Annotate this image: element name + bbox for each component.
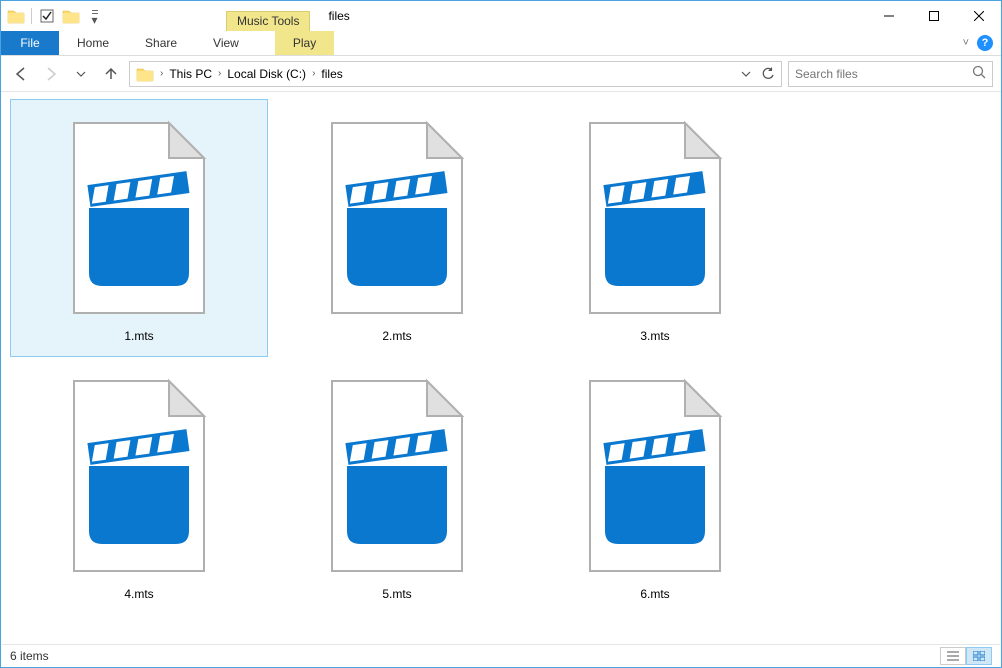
chevron-right-icon[interactable]: › xyxy=(158,68,165,79)
file-name-label: 3.mts xyxy=(640,329,669,343)
qat-newfolder-icon[interactable] xyxy=(60,5,82,27)
ribbon: File Home Share View Play ˅ ? xyxy=(1,31,1001,56)
close-button[interactable] xyxy=(956,1,1001,30)
video-file-icon xyxy=(322,371,472,581)
ribbon-tab-play[interactable]: Play xyxy=(275,31,334,55)
video-file-icon xyxy=(322,113,472,323)
file-name-label: 4.mts xyxy=(124,587,153,601)
context-tab-music-tools[interactable]: Music Tools xyxy=(226,11,310,31)
chevron-right-icon[interactable]: › xyxy=(216,68,223,79)
breadcrumb-local-disk[interactable]: Local Disk (C:) xyxy=(223,67,310,81)
file-name-label: 2.mts xyxy=(382,329,411,343)
video-file-icon xyxy=(64,371,214,581)
file-item[interactable]: 6.mts xyxy=(526,357,784,615)
view-toggle xyxy=(940,647,992,665)
minimize-button[interactable] xyxy=(866,1,911,30)
ribbon-expand-icon[interactable]: ˅ xyxy=(963,37,969,49)
file-item[interactable]: 2.mts xyxy=(268,99,526,357)
maximize-button[interactable] xyxy=(911,1,956,30)
forward-button[interactable] xyxy=(39,62,63,86)
status-item-count: 6 items xyxy=(10,649,49,663)
qat-dropdown-icon[interactable]: =▾ xyxy=(84,5,106,27)
ribbon-tab-home[interactable]: Home xyxy=(59,31,127,55)
video-file-icon xyxy=(580,371,730,581)
search-icon[interactable] xyxy=(972,65,986,82)
ribbon-file-tab[interactable]: File xyxy=(1,31,59,55)
back-button[interactable] xyxy=(9,62,33,86)
qat-folder-icon[interactable] xyxy=(5,5,27,27)
qat-properties-icon[interactable] xyxy=(36,5,58,27)
search-box[interactable] xyxy=(788,61,993,87)
breadcrumb-this-pc[interactable]: This PC xyxy=(165,67,216,81)
ribbon-tab-share[interactable]: Share xyxy=(127,31,195,55)
file-list[interactable]: 1.mts 2.mts 3.mts 4.mts 5.mts 6.mts xyxy=(2,93,1000,643)
details-view-button[interactable] xyxy=(940,647,966,665)
file-item[interactable]: 3.mts xyxy=(526,99,784,357)
quick-access-toolbar: =▾ xyxy=(1,1,106,31)
file-name-label: 6.mts xyxy=(640,587,669,601)
icons-view-button[interactable] xyxy=(966,647,992,665)
address-bar[interactable]: › This PC › Local Disk (C:) › files xyxy=(129,61,782,87)
video-file-icon xyxy=(64,113,214,323)
title-bar: =▾ Music Tools files xyxy=(1,1,1001,31)
file-name-label: 5.mts xyxy=(382,587,411,601)
search-input[interactable] xyxy=(795,67,972,81)
navigation-bar: › This PC › Local Disk (C:) › files xyxy=(1,56,1001,92)
file-name-label: 1.mts xyxy=(124,329,153,343)
chevron-right-icon[interactable]: › xyxy=(310,68,317,79)
status-bar: 6 items xyxy=(2,644,1000,667)
recent-locations-button[interactable] xyxy=(69,62,93,86)
ribbon-tab-view[interactable]: View xyxy=(195,31,257,55)
video-file-icon xyxy=(580,113,730,323)
window-title: files xyxy=(328,9,349,23)
help-icon[interactable]: ? xyxy=(977,35,993,51)
address-folder-icon xyxy=(135,64,155,84)
file-item[interactable]: 5.mts xyxy=(268,357,526,615)
file-item[interactable]: 1.mts xyxy=(10,99,268,357)
up-button[interactable] xyxy=(99,62,123,86)
context-tab-header: Music Tools xyxy=(226,1,310,31)
window-controls xyxy=(866,1,1001,31)
breadcrumb-files[interactable]: files xyxy=(317,67,346,81)
refresh-button[interactable] xyxy=(757,63,779,85)
address-dropdown-button[interactable] xyxy=(735,63,757,85)
file-item[interactable]: 4.mts xyxy=(10,357,268,615)
